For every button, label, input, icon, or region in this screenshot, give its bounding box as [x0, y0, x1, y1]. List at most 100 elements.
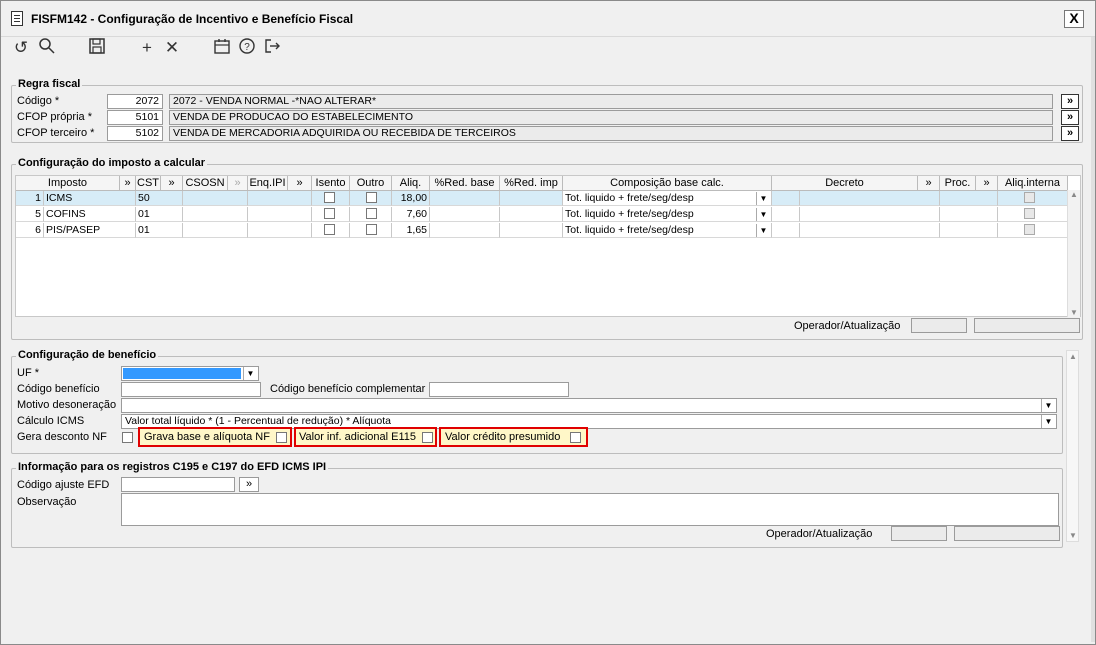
table-cell-cst[interactable]: 01 [136, 223, 183, 238]
imposto-lookup-header[interactable]: » [120, 176, 136, 191]
table-cell-red-imp[interactable] [500, 207, 563, 222]
scroll-down-icon[interactable]: ▼ [1069, 531, 1077, 540]
col-aliq-interna-header[interactable]: Aliq.interna [998, 176, 1068, 191]
codigo-beneficio-input[interactable] [121, 382, 261, 397]
table-cell-red-base[interactable] [430, 191, 500, 206]
codigo-ajuste-lookup-button[interactable]: » [239, 477, 259, 492]
table-cell-aliq[interactable]: 1,65 [392, 223, 430, 238]
col-red-imp-header[interactable]: %Red. imp [500, 176, 563, 191]
table-cell-decreto[interactable] [800, 207, 940, 222]
col-imposto-header[interactable]: Imposto [16, 176, 120, 191]
table-cell-cst[interactable]: 50 [136, 191, 183, 206]
col-enq-ipi-header[interactable]: Enq.IPI [248, 176, 288, 191]
scroll-up-icon[interactable]: ▲ [1070, 190, 1078, 199]
table-cell-red-base[interactable] [430, 223, 500, 238]
cfop-terceiro-input[interactable]: 5102 [107, 126, 163, 141]
delete-icon[interactable]: ✕ [162, 37, 182, 59]
gera-desconto-checkbox[interactable] [122, 432, 133, 443]
chevron-down-icon[interactable]: ▼ [756, 192, 770, 205]
table-cell-composicao[interactable]: Tot. liquido + frete/seg/desp ▼ [563, 207, 772, 222]
col-isento-header[interactable]: Isento [312, 176, 350, 191]
codigo-description: 2072 - VENDA NORMAL -*NAO ALTERAR* [169, 94, 1053, 109]
page-scrollbar[interactable]: ▲ ▼ [1066, 350, 1079, 542]
table-cell-decreto-code[interactable] [772, 223, 800, 238]
grava-base-checkbox[interactable] [276, 432, 287, 443]
chevron-down-icon[interactable]: ▼ [1041, 415, 1055, 428]
col-outro-header[interactable]: Outro [350, 176, 392, 191]
enq-lookup-header[interactable]: » [288, 176, 312, 191]
table-cell-decreto-code[interactable] [772, 207, 800, 222]
table-cell-proc[interactable] [940, 207, 998, 222]
table-cell-csosn[interactable] [183, 191, 248, 206]
table-cell-composicao[interactable]: Tot. liquido + frete/seg/desp ▼ [563, 223, 772, 238]
aliq-interna-checkbox[interactable] [1024, 192, 1035, 203]
chevron-down-icon[interactable]: ▼ [756, 224, 770, 237]
codigo-complementar-input[interactable] [429, 382, 569, 397]
scroll-down-icon[interactable]: ▼ [1070, 308, 1078, 317]
table-cell-red-imp[interactable] [500, 223, 563, 238]
toolbar: ↺ + ✕ ? [1, 37, 1095, 63]
col-aliq-header[interactable]: Aliq. [392, 176, 430, 191]
decreto-lookup-header[interactable]: » [918, 176, 940, 191]
valor-inf-checkbox[interactable] [422, 432, 433, 443]
isento-checkbox[interactable] [324, 192, 335, 203]
table-cell-aliq[interactable]: 7,60 [392, 207, 430, 222]
search-icon[interactable] [37, 37, 57, 59]
table-cell-red-base[interactable] [430, 207, 500, 222]
table-cell-red-imp[interactable] [500, 191, 563, 206]
table-cell-csosn[interactable] [183, 207, 248, 222]
table-cell-imposto[interactable]: PIS/PASEP [44, 223, 136, 238]
isento-checkbox[interactable] [324, 208, 335, 219]
cfop-propria-input[interactable]: 5101 [107, 110, 163, 125]
motivo-select[interactable]: ▼ [121, 398, 1057, 413]
refresh-icon[interactable]: ↺ [11, 37, 31, 59]
table-cell-aliq[interactable]: 18,00 [392, 191, 430, 206]
table-cell-enq-ipi[interactable] [248, 207, 312, 222]
calendar-icon[interactable] [212, 37, 232, 59]
aliq-interna-checkbox[interactable] [1024, 208, 1035, 219]
isento-checkbox[interactable] [324, 224, 335, 235]
chevron-down-icon[interactable]: ▼ [1041, 399, 1055, 412]
outro-checkbox[interactable] [366, 208, 377, 219]
table-cell-csosn[interactable] [183, 223, 248, 238]
grid-scrollbar[interactable]: ▲ ▼ [1067, 190, 1080, 317]
uf-select[interactable]: ▼ [121, 366, 259, 381]
table-cell-decreto[interactable] [800, 223, 940, 238]
add-icon[interactable]: + [137, 37, 157, 59]
table-cell-imposto[interactable]: ICMS [44, 191, 136, 206]
proc-lookup-header[interactable]: » [976, 176, 998, 191]
observacao-textarea[interactable] [121, 493, 1059, 526]
col-composicao-header[interactable]: Composição base calc. [563, 176, 772, 191]
table-cell-imposto[interactable]: COFINS [44, 207, 136, 222]
table-cell-cst[interactable]: 01 [136, 207, 183, 222]
chevron-down-icon[interactable]: ▼ [756, 208, 770, 221]
table-cell-decreto[interactable] [800, 191, 940, 206]
cst-lookup-header[interactable]: » [161, 176, 183, 191]
scroll-up-icon[interactable]: ▲ [1069, 352, 1077, 361]
valor-credito-checkbox[interactable] [570, 432, 581, 443]
col-red-base-header[interactable]: %Red. base [430, 176, 500, 191]
col-decreto-header[interactable]: Decreto [772, 176, 918, 191]
close-button[interactable]: X [1064, 10, 1084, 28]
aliq-interna-checkbox[interactable] [1024, 224, 1035, 235]
chevron-down-icon[interactable]: ▼ [243, 367, 257, 380]
outro-checkbox[interactable] [366, 192, 377, 203]
table-cell-enq-ipi[interactable] [248, 223, 312, 238]
exit-icon[interactable] [262, 37, 282, 59]
table-cell-decreto-code[interactable] [772, 191, 800, 206]
codigo-input[interactable]: 2072 [107, 94, 163, 109]
col-csosn-header[interactable]: CSOSN [183, 176, 228, 191]
table-cell-proc[interactable] [940, 223, 998, 238]
cfop-terceiro-lookup-button[interactable]: » [1061, 126, 1079, 141]
outro-checkbox[interactable] [366, 224, 377, 235]
codigo-ajuste-input[interactable] [121, 477, 235, 492]
col-proc-header[interactable]: Proc. [940, 176, 976, 191]
save-icon[interactable] [87, 37, 107, 59]
codigo-lookup-button[interactable]: » [1061, 94, 1079, 109]
cfop-propria-lookup-button[interactable]: » [1061, 110, 1079, 125]
col-cst-header[interactable]: CST [136, 176, 161, 191]
table-cell-proc[interactable] [940, 191, 998, 206]
table-cell-enq-ipi[interactable] [248, 191, 312, 206]
help-icon[interactable]: ? [237, 37, 257, 59]
table-cell-composicao[interactable]: Tot. liquido + frete/seg/desp ▼ [563, 191, 772, 206]
